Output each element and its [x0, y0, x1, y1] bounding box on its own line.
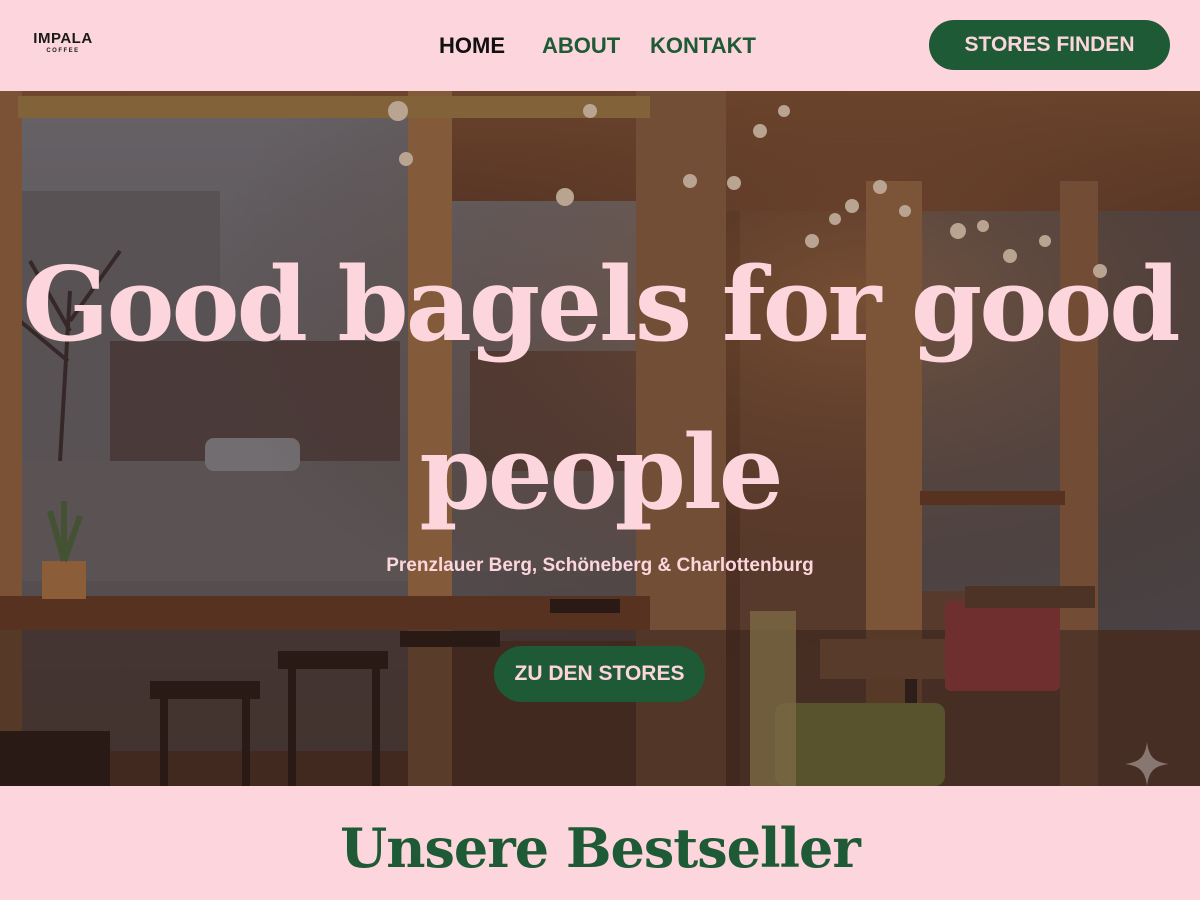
logo-wordmark: IMPALA [33, 30, 93, 47]
nav-link-kontakt[interactable]: KONTAKT [650, 30, 756, 62]
zu-den-stores-button[interactable]: ZU DEN STORES [494, 646, 705, 702]
hero-section: Good bagels for good people Prenzlauer B… [0, 91, 1200, 786]
stores-finden-button[interactable]: STORES FINDEN [929, 20, 1170, 70]
nav-link-about[interactable]: ABOUT [542, 30, 620, 62]
logo-subtext: COFFEE [46, 48, 80, 54]
nav-link-home[interactable]: HOME [439, 30, 505, 62]
brand-logo[interactable]: IMPALA COFFEE [30, 31, 96, 61]
hero-title: Good bagels for good people [22, 245, 1180, 533]
bestseller-heading: Unsere Bestseller [340, 816, 861, 880]
hero-subtitle: Prenzlauer Berg, Schöneberg & Charlotten… [386, 555, 814, 576]
site-header: IMPALA COFFEE HOME ABOUT KONTAKT STORES … [0, 0, 1200, 91]
sparkle-icon [1125, 742, 1169, 786]
